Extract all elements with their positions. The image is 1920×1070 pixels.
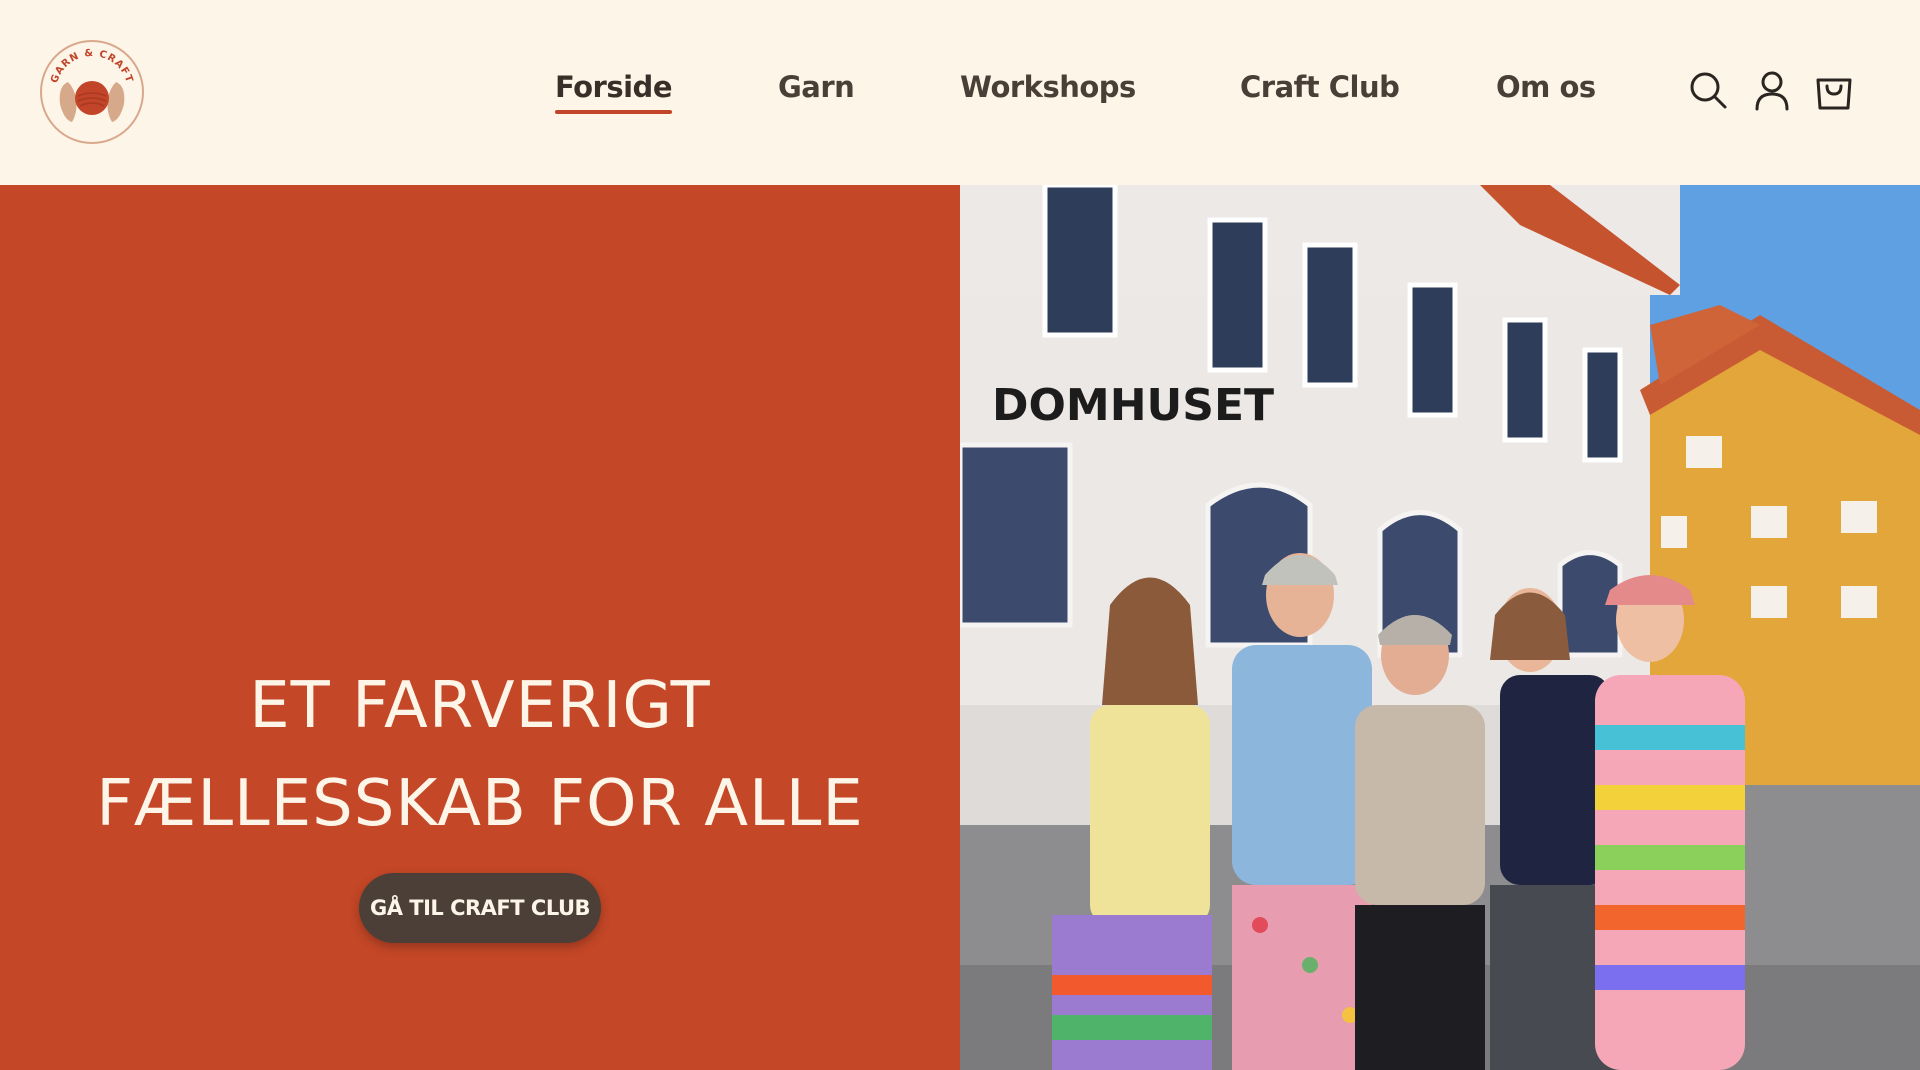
group-photo-illustration: DOMHUSET	[960, 185, 1920, 1070]
search-icon[interactable]	[1686, 68, 1730, 112]
hero-panel: ET FARVERIGT FÆLLESSKAB FOR ALLE GÅ TIL …	[0, 185, 960, 1070]
nav-item-workshops[interactable]: Workshops	[960, 70, 1136, 104]
craft-club-cta-button[interactable]: GÅ TIL CRAFT CLUB	[359, 873, 601, 943]
hero-photo: DOMHUSET	[960, 185, 1920, 1070]
cart-icon[interactable]	[1812, 68, 1856, 112]
brand-logo[interactable]: GARN & CRAFT	[38, 38, 146, 146]
photo-sign-text: DOMHUSET	[992, 380, 1274, 431]
nav-item-om-os[interactable]: Om os	[1496, 70, 1596, 104]
nav-item-craft-club[interactable]: Craft Club	[1240, 70, 1400, 104]
account-icon[interactable]	[1750, 68, 1794, 112]
logo-text: GARN & CRAFT	[49, 48, 135, 85]
nav-item-forside[interactable]: Forside	[555, 70, 673, 114]
site-header: GARN & CRAFT Forside Garn Workshops Craf…	[0, 0, 1920, 185]
nav-item-garn[interactable]: Garn	[778, 70, 855, 104]
logo-mark: GARN & CRAFT	[40, 40, 144, 144]
hero-title: ET FARVERIGT FÆLLESSKAB FOR ALLE	[96, 669, 864, 841]
